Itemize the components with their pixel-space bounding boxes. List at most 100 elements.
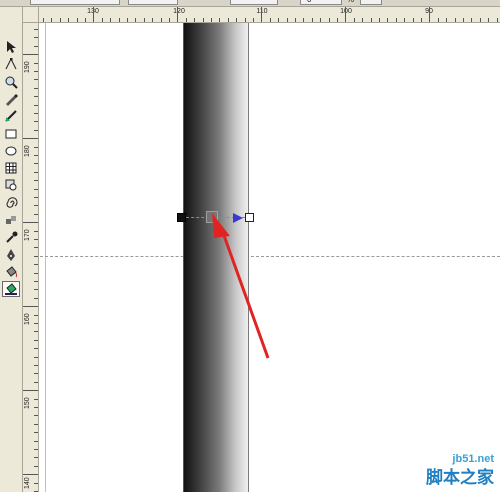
- property-field[interactable]: [230, 0, 278, 5]
- smart-drawing-icon: [5, 110, 17, 122]
- horizontal-ruler[interactable]: 130 120 110 100 90: [39, 7, 500, 23]
- ruler-tick: [34, 87, 38, 89]
- ruler-tick: [311, 18, 313, 22]
- red-annotation-arrow-icon: [212, 213, 270, 359]
- freehand-tool[interactable]: [2, 91, 20, 107]
- interactive-tool[interactable]: [2, 212, 20, 228]
- ruler-tick: [261, 7, 263, 22]
- ruler-tick: [110, 18, 112, 22]
- ruler-tick: [101, 18, 103, 22]
- ruler-tick: [34, 281, 38, 282]
- ruler-tick: [34, 348, 38, 350]
- ellipse-tool[interactable]: [2, 143, 20, 159]
- ruler-tick: [34, 398, 38, 400]
- ruler-tick: [437, 18, 439, 22]
- ruler-tick: [253, 18, 254, 22]
- ruler-tick: [219, 18, 221, 22]
- ruler-tick: [43, 18, 44, 22]
- ruler-tick: [34, 449, 38, 450]
- ruler-tick: [34, 289, 38, 291]
- ruler-tick: [303, 18, 305, 22]
- ruler-tick: [23, 306, 38, 308]
- ruler-tick: [286, 18, 288, 22]
- ruler-tick: [34, 339, 38, 341]
- ruler-tick: [34, 71, 38, 72]
- ruler-tick: [34, 264, 38, 266]
- ruler-tick: [34, 323, 38, 324]
- paint-bucket-icon: [6, 266, 17, 278]
- property-field[interactable]: [360, 0, 382, 5]
- color-field[interactable]: [128, 0, 178, 5]
- ruler-tick: [34, 432, 38, 434]
- basic-shapes-tool[interactable]: [2, 177, 20, 193]
- arrow-pointer-icon: [7, 41, 16, 53]
- outline-tool[interactable]: [2, 247, 20, 263]
- ruler-tick: [34, 457, 38, 459]
- ruler-tick: [421, 18, 422, 22]
- pick-tool[interactable]: [2, 39, 20, 55]
- ruler-tick: [34, 482, 38, 484]
- ruler-tick: [353, 18, 355, 22]
- ruler-tick: [34, 356, 38, 358]
- ruler-tick: [278, 18, 280, 22]
- ruler-tick: [345, 7, 347, 22]
- ruler-tick: [454, 18, 456, 22]
- ruler-label: 140: [24, 477, 31, 489]
- ruler-tick: [34, 129, 38, 131]
- basic-shape-icon: [5, 179, 17, 191]
- interactive-fill-icon: [5, 283, 17, 296]
- eyedropper-tool[interactable]: [2, 229, 20, 245]
- vertical-ruler[interactable]: 190 180 170 160 150 140: [23, 23, 39, 492]
- ruler-tick: [34, 171, 38, 173]
- ruler-tick: [429, 7, 431, 22]
- ruler-tick: [135, 18, 137, 22]
- ruler-tick: [152, 18, 154, 22]
- fill-tool[interactable]: [2, 264, 20, 280]
- ruler-label: 180: [24, 145, 31, 157]
- ruler-tick: [34, 197, 38, 198]
- drawing-canvas[interactable]: jb51.net 脚本之家: [40, 23, 500, 492]
- ruler-tick: [34, 155, 38, 156]
- polygon-tool[interactable]: [2, 160, 20, 176]
- ruler-tick: [143, 18, 145, 22]
- ruler-tick: [404, 18, 406, 22]
- ruler-tick: [463, 18, 464, 22]
- ruler-tick: [496, 18, 498, 22]
- ruler-tick: [236, 18, 238, 22]
- ruler-tick: [34, 163, 38, 165]
- ruler-tick: [23, 54, 38, 56]
- property-bar: 0 %: [0, 0, 500, 7]
- ruler-tick: [34, 37, 38, 39]
- zoom-tool[interactable]: [2, 74, 20, 90]
- gradient-start-handle[interactable]: [177, 213, 186, 222]
- property-field[interactable]: [30, 0, 120, 5]
- rectangle-tool[interactable]: [2, 126, 20, 142]
- toolbox: [0, 7, 23, 492]
- ruler-tick: [118, 18, 120, 22]
- ruler-tick: [177, 7, 179, 22]
- ellipse-icon: [5, 146, 17, 156]
- ruler-origin[interactable]: [23, 7, 39, 23]
- shape-node-icon: [5, 58, 17, 70]
- ruler-tick: [34, 415, 38, 417]
- ruler-tick: [34, 29, 38, 30]
- interactive-fill-tool[interactable]: [2, 281, 20, 298]
- ruler-tick: [295, 18, 296, 22]
- ruler-tick: [34, 247, 38, 249]
- shape-tool[interactable]: [2, 56, 20, 72]
- ruler-tick: [227, 18, 229, 22]
- ruler-tick: [34, 180, 38, 182]
- smart-fill-tool[interactable]: [2, 108, 20, 124]
- text-tool[interactable]: [2, 195, 20, 211]
- ruler-tick: [34, 255, 38, 257]
- ruler-tick: [34, 62, 38, 64]
- ruler-tick: [362, 18, 364, 22]
- zoom-field[interactable]: 0 %: [300, 0, 354, 5]
- ruler-tick: [34, 423, 38, 425]
- ruler-tick: [34, 188, 38, 190]
- ruler-tick: [93, 7, 95, 22]
- ruler-tick: [34, 297, 38, 299]
- ruler-tick: [412, 18, 414, 22]
- ruler-tick: [34, 365, 38, 366]
- ruler-tick: [320, 18, 322, 22]
